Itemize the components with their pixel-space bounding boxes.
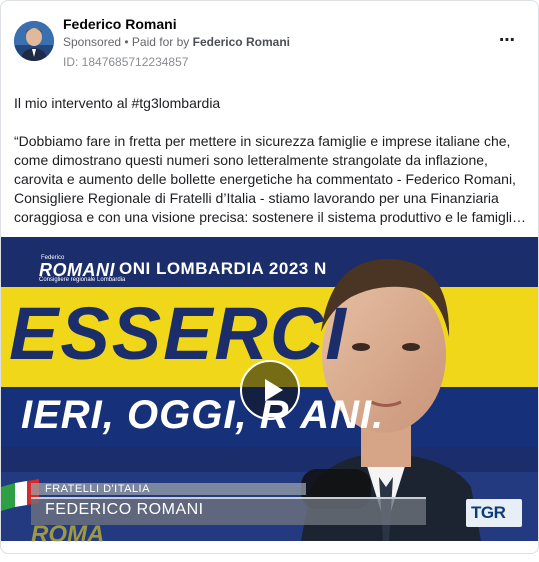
ad-id: ID: 1847685712234857 (63, 55, 189, 69)
banner-big-text: ESSERCI (9, 292, 348, 375)
background-word: ROMA (31, 521, 105, 548)
paid-for-prefix: Paid for by (131, 35, 193, 49)
lower-third-name: FEDERICO ROMANI (45, 501, 204, 518)
separator: • (121, 35, 132, 49)
page-name[interactable]: Federico Romani (63, 16, 177, 32)
sponsored-post-card: Federico Romani Sponsored • Paid for by … (0, 0, 539, 554)
post-header: Federico Romani Sponsored • Paid for by … (1, 1, 538, 81)
banner-top-text: ONI LOMBARDIA 2023 N (119, 259, 327, 278)
sponsorship-line: Sponsored • Paid for by Federico Romani (63, 35, 290, 49)
logo-subtitle: Consigliere regionale Lombardia (39, 277, 126, 283)
banner-slogan: IERI, OGGI, R ANI. (21, 393, 385, 437)
lower-third-party: FRATELLI D'ITALIA (45, 483, 150, 495)
paid-by-name: Federico Romani (192, 35, 290, 49)
post-quote: “Dobbiamo fare in fretta per mettere in … (14, 133, 520, 225)
post-intro: Il mio intervento al #tg3lombardia (14, 95, 221, 111)
more-options-icon[interactable]: ⋯ (493, 29, 521, 53)
broadcaster-logo-text: TGR (471, 503, 506, 522)
avatar[interactable] (14, 21, 54, 61)
sponsored-label: Sponsored (63, 35, 122, 49)
post-text: Il mio intervento al #tg3lombardia “Dobb… (14, 94, 528, 227)
